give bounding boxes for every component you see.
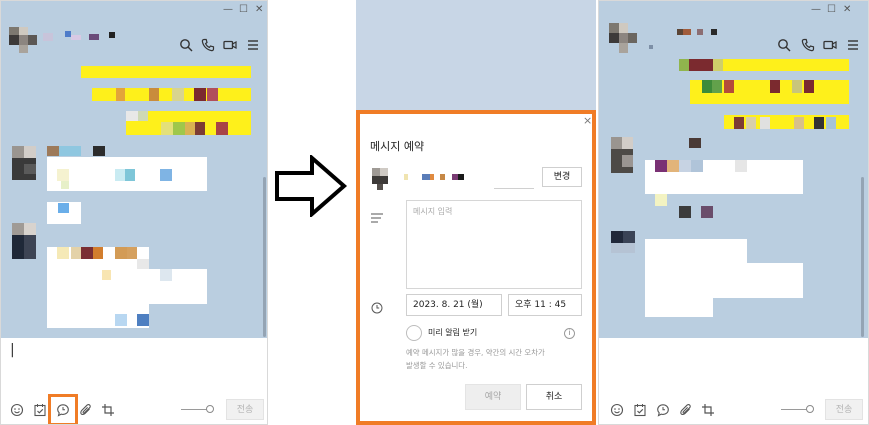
my-message-bubble (690, 80, 849, 104)
message-composer: | 전송 (1, 338, 267, 424)
crop-icon[interactable] (101, 402, 115, 416)
send-button[interactable]: 전송 (226, 399, 264, 420)
friend-avatar[interactable] (12, 223, 36, 259)
friend-avatar[interactable] (611, 231, 635, 253)
recipient-underline (494, 188, 534, 189)
my-message-bubble (679, 59, 849, 71)
crop-icon[interactable] (701, 402, 715, 416)
chat-window-after: — ☐ ✕ 전송 (598, 0, 869, 425)
friend-message-bubble (645, 239, 747, 264)
dimmed-chat-backdrop (356, 0, 596, 112)
font-size-slider-knob[interactable] (206, 405, 214, 413)
friend-message-bubble (47, 304, 149, 328)
font-size-slider-knob[interactable] (806, 405, 814, 413)
chat-room-avatar[interactable] (9, 27, 37, 53)
schedule-icon-highlight (48, 394, 78, 424)
friend-message-bubble (645, 297, 713, 317)
close-button[interactable]: ✕ (255, 4, 263, 15)
friend-message-bubble (645, 263, 803, 298)
message-placeholder: 메시지 입력 (413, 207, 453, 216)
emoji-icon[interactable] (10, 402, 24, 417)
schedule-message-dialog: × 메시지 예약 변경 메시지 입력 2023. 8. 21 (월) 오후 11… (356, 110, 596, 425)
notice-line-1: 예약 메시지가 많을 경우, 약간의 시간 오차가 (406, 348, 545, 357)
reminder-checkbox[interactable] (406, 325, 422, 341)
video-icon[interactable] (823, 37, 837, 51)
my-message-bubble (92, 88, 251, 101)
search-icon[interactable] (777, 37, 791, 52)
search-icon[interactable] (179, 37, 193, 52)
chat-room-avatar[interactable] (609, 23, 637, 53)
notice-line-2: 발생할 수 있습니다. (406, 361, 468, 370)
date-value: 2023. 8. 21 (월) (413, 300, 483, 310)
reserve-button[interactable]: 예약 (465, 384, 521, 410)
video-icon[interactable] (223, 37, 237, 51)
friend-message-bubble (645, 160, 803, 194)
my-message-bubble (81, 66, 251, 78)
time-value: 오후 11 : 45 (515, 300, 567, 310)
close-button[interactable]: ✕ (843, 4, 851, 15)
time-picker[interactable]: 오후 11 : 45 (508, 294, 582, 316)
chat-room-name (43, 31, 118, 45)
text-cursor[interactable]: | (10, 342, 15, 358)
schedule-message-icon[interactable] (656, 402, 670, 417)
calendar-check-icon[interactable] (33, 402, 47, 417)
emoji-icon[interactable] (610, 402, 624, 417)
menu-icon[interactable] (246, 37, 260, 51)
reminder-label: 미리 알림 받기 (428, 328, 478, 337)
info-icon[interactable]: i (564, 328, 575, 339)
clock-icon (371, 299, 383, 314)
minimize-button[interactable]: — (223, 4, 233, 15)
change-recipient-button[interactable]: 변경 (542, 167, 582, 187)
chat-room-name (647, 29, 719, 51)
dialog-close-button[interactable]: × (583, 114, 592, 127)
calendar-check-icon[interactable] (633, 402, 647, 417)
friend-name (689, 138, 701, 148)
cancel-button[interactable]: 취소 (526, 384, 582, 410)
friend-message-bubble (47, 269, 207, 304)
menu-icon[interactable] (846, 37, 860, 51)
right-arrow-icon (275, 155, 348, 217)
phone-icon[interactable] (801, 37, 815, 52)
message-textarea[interactable]: 메시지 입력 (406, 200, 582, 289)
chat-window-before: — ☐ ✕ | 전송 (0, 0, 268, 425)
friend-message-bubble (47, 157, 207, 191)
message-composer: 전송 (599, 338, 868, 424)
friend-name (47, 146, 105, 156)
scrollbar[interactable] (263, 177, 266, 337)
friend-message-bubble (47, 247, 149, 271)
maximize-button[interactable]: ☐ (239, 4, 248, 15)
friend-message-bubble (645, 194, 725, 219)
my-message-bubble (126, 111, 251, 135)
recipient-avatar (372, 168, 388, 190)
scrollbar[interactable] (861, 177, 864, 337)
date-picker[interactable]: 2023. 8. 21 (월) (406, 294, 502, 316)
attach-icon[interactable] (79, 402, 93, 416)
message-lines-icon (371, 208, 383, 223)
my-message-bubble (724, 115, 849, 129)
dialog-title: 메시지 예약 (370, 140, 425, 153)
friend-avatar[interactable] (611, 137, 633, 173)
friend-message-bubble (47, 202, 81, 224)
phone-icon[interactable] (201, 37, 215, 52)
minimize-button[interactable]: — (811, 4, 821, 15)
maximize-button[interactable]: ☐ (827, 4, 836, 15)
recipient-name (404, 174, 468, 180)
friend-avatar[interactable] (12, 146, 36, 180)
send-button[interactable]: 전송 (825, 399, 863, 420)
attach-icon[interactable] (679, 402, 693, 416)
